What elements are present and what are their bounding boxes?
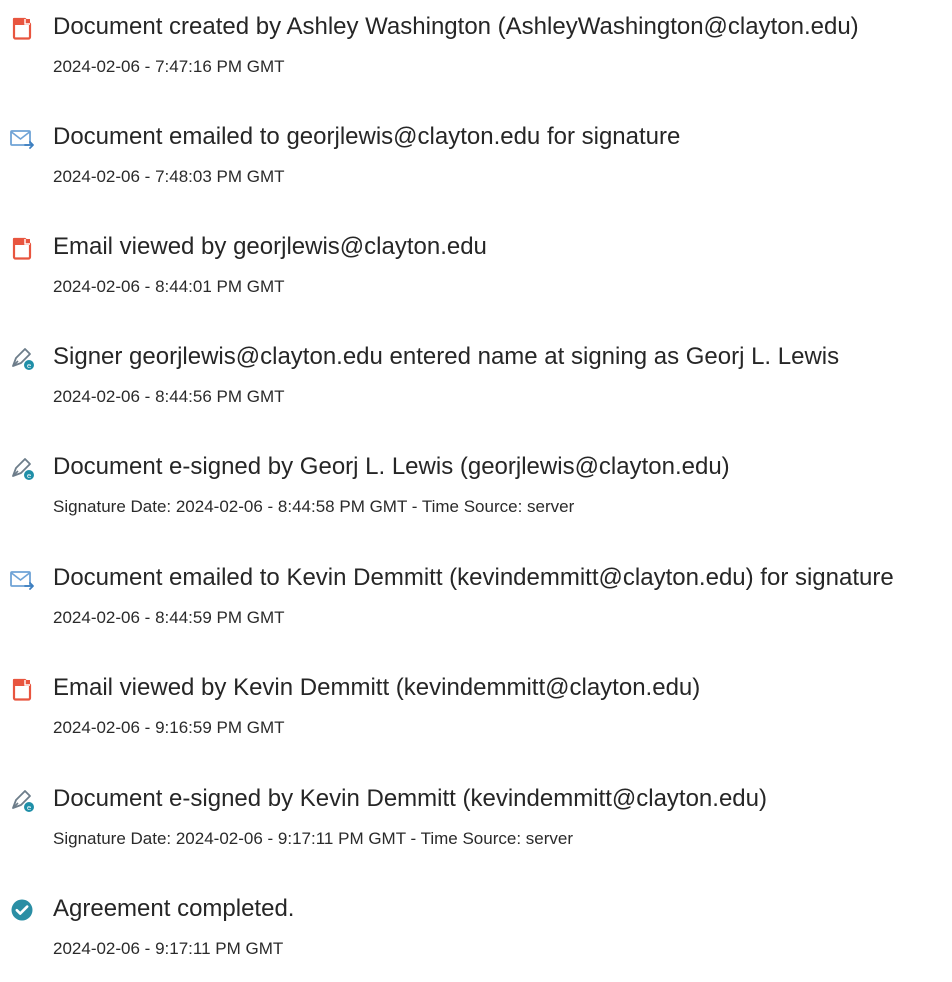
e-sign-pen-icon: e: [8, 786, 36, 814]
event-signature-date: Signature Date: 2024-02-06 - 9:17:11 PM …: [53, 829, 573, 848]
check-circle-icon: [8, 896, 36, 924]
event-title: Email viewed by georjlewis@clayton.edu: [53, 233, 487, 260]
event-title: Agreement completed.: [53, 895, 295, 922]
event-timestamp: 2024-02-06 - 8:44:59 PM GMT: [53, 608, 285, 627]
audit-event-document-created: Document created by Ashley Washington (A…: [0, 0, 952, 100]
event-timestamp: 2024-02-06 - 7:47:16 PM GMT: [53, 57, 285, 76]
email-sent-icon: [8, 565, 36, 593]
svg-text:e: e: [27, 804, 31, 812]
audit-event-document-e-signed: e Document e-signed by Kevin Demmitt (ke…: [0, 772, 952, 872]
svg-text:e: e: [27, 472, 31, 480]
email-viewed-icon: [8, 234, 36, 262]
audit-event-email-viewed: Email viewed by georjlewis@clayton.edu 2…: [0, 220, 952, 320]
event-timestamp: 2024-02-06 - 9:16:59 PM GMT: [53, 718, 285, 737]
svg-text:e: e: [27, 362, 31, 370]
event-title: Document emailed to georjlewis@clayton.e…: [53, 123, 681, 150]
audit-event-signer-name-entered: e Signer georjlewis@clayton.edu entered …: [0, 330, 952, 430]
event-title: Email viewed by Kevin Demmitt (kevindemm…: [53, 674, 701, 701]
event-timestamp: 2024-02-06 - 9:17:11 PM GMT: [53, 939, 284, 958]
e-sign-pen-icon: e: [8, 454, 36, 482]
event-timestamp: 2024-02-06 - 8:44:56 PM GMT: [53, 387, 285, 406]
event-title: Document e-signed by Georj L. Lewis (geo…: [53, 453, 730, 480]
audit-event-email-viewed: Email viewed by Kevin Demmitt (kevindemm…: [0, 661, 952, 761]
event-signature-date: Signature Date: 2024-02-06 - 8:44:58 PM …: [53, 497, 575, 516]
email-sent-icon: [8, 124, 36, 152]
audit-event-document-emailed: Document emailed to Kevin Demmitt (kevin…: [0, 551, 952, 651]
audit-event-document-e-signed: e Document e-signed by Georj L. Lewis (g…: [0, 440, 952, 540]
event-timestamp: 2024-02-06 - 8:44:01 PM GMT: [53, 277, 285, 296]
document-created-icon: [8, 14, 36, 42]
event-title: Document emailed to Kevin Demmitt (kevin…: [53, 564, 894, 591]
audit-event-list: Document created by Ashley Washington (A…: [0, 0, 952, 961]
event-timestamp: 2024-02-06 - 7:48:03 PM GMT: [53, 167, 285, 186]
signer-pen-icon: e: [8, 344, 36, 372]
audit-event-document-emailed: Document emailed to georjlewis@clayton.e…: [0, 110, 952, 210]
event-title: Document created by Ashley Washington (A…: [53, 13, 859, 40]
event-title: Document e-signed by Kevin Demmitt (kevi…: [53, 785, 767, 812]
email-viewed-icon: [8, 675, 36, 703]
event-title: Signer georjlewis@clayton.edu entered na…: [53, 343, 840, 370]
audit-event-agreement-completed: Agreement completed. 2024-02-06 - 9:17:1…: [0, 882, 952, 982]
